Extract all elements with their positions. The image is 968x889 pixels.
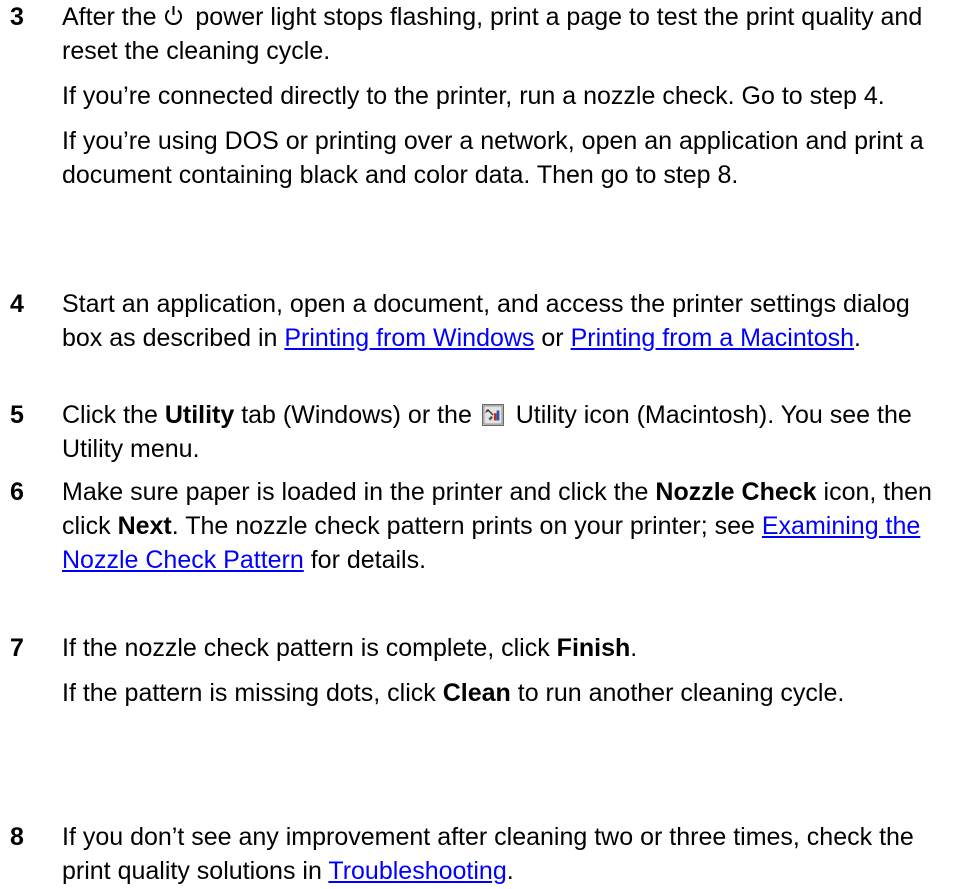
step-number: 3 [10, 3, 24, 31]
step-body: If you don’t see any improvement after c… [62, 820, 952, 888]
finish-label: Finish [556, 634, 631, 662]
step-body: Start an application, open a document, a… [62, 287, 952, 355]
step-7: 7 If the nozzle check pattern is complet… [0, 631, 968, 710]
step-body: After the power light stops flashing, pr… [62, 0, 952, 192]
next-label: Next [117, 512, 172, 540]
step-paragraph: If you’re connected directly to the prin… [62, 82, 885, 110]
step-3: 3 After the power light stops flashing, … [0, 0, 968, 192]
instructions-page: 3 After the power light stops flashing, … [0, 0, 968, 889]
step-8: 8 If you don’t see any improvement after… [0, 820, 968, 888]
step-paragraph: After the power light stops flashing, pr… [62, 0, 952, 68]
step-text: . [854, 324, 861, 352]
step-text: If the pattern is missing dots, click [62, 679, 443, 707]
step-paragraph: If the nozzle check pattern is complete,… [62, 631, 952, 665]
step-text: for details. [303, 546, 427, 574]
step-number: 4 [10, 290, 24, 318]
step-body: If the nozzle check pattern is complete,… [62, 631, 952, 710]
step-body: Make sure paper is loaded in the printer… [62, 475, 952, 577]
step-5: 5 Click the Utility tab (Windows) or the… [0, 398, 968, 466]
step-number: 5 [10, 401, 24, 429]
step-number: 6 [10, 478, 24, 506]
step-6: 6 Make sure paper is loaded in the print… [0, 475, 968, 577]
step-number: 7 [10, 634, 24, 662]
step-text: After the [62, 3, 164, 31]
step-paragraph: Click the Utility tab (Windows) or the U… [62, 398, 952, 466]
step-text: . The nozzle check pattern prints on you… [171, 512, 762, 540]
step-text: to run another cleaning cycle. [510, 679, 845, 707]
troubleshooting-link[interactable]: Troubleshooting [328, 857, 506, 885]
utility-icon [481, 404, 504, 426]
step-paragraph: If you don’t see any improvement after c… [62, 820, 952, 888]
nozzle-check-label: Nozzle Check [655, 478, 817, 506]
step-paragraph: Start an application, open a document, a… [62, 287, 952, 355]
step-4: 4 Start an application, open a document,… [0, 287, 968, 355]
step-text: . [506, 857, 514, 885]
step-paragraph: If the pattern is missing dots, click Cl… [62, 676, 952, 710]
step-text: . [630, 634, 638, 662]
step-number: 8 [10, 823, 24, 851]
step-text: Make sure paper is loaded in the printer… [62, 478, 656, 506]
step-text: If the nozzle check pattern is complete,… [62, 634, 557, 662]
step-text: Click the [62, 401, 165, 429]
utility-tab-label: Utility [164, 401, 235, 429]
printing-from-macintosh-link[interactable]: Printing from a Macintosh [571, 324, 854, 352]
step-paragraph: If you’re using DOS or printing over a n… [62, 127, 924, 189]
step-text: power light stops flashing, print a page… [62, 3, 923, 65]
step-paragraph: Make sure paper is loaded in the printer… [62, 475, 952, 577]
step-text: or [534, 324, 571, 352]
power-icon [165, 6, 183, 25]
step-text: tab (Windows) or the [234, 401, 479, 429]
clean-label: Clean [442, 679, 511, 707]
step-body: Click the Utility tab (Windows) or the U… [62, 398, 952, 466]
printing-from-windows-link[interactable]: Printing from Windows [284, 324, 534, 352]
